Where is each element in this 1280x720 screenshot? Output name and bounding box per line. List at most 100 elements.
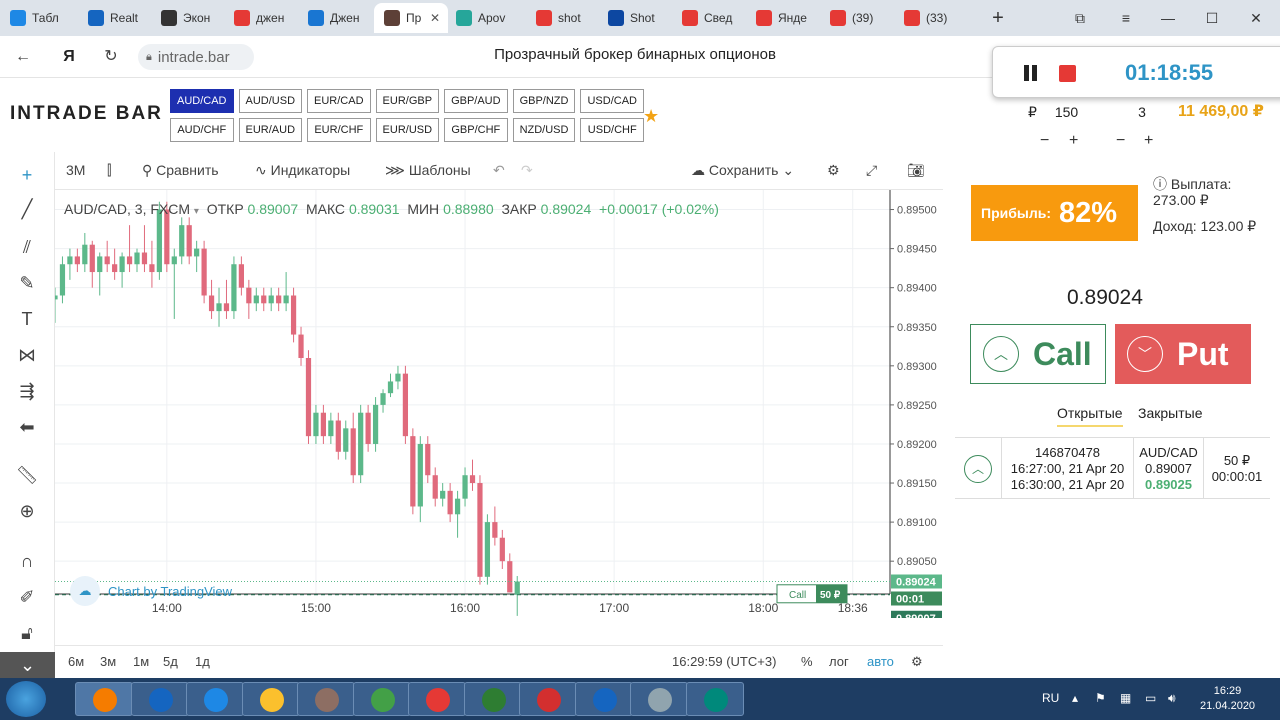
ruler-icon[interactable]: 📏︎ xyxy=(14,462,40,488)
range-button-2[interactable]: 1м xyxy=(133,654,149,669)
close-window-button[interactable]: ✕ xyxy=(1246,8,1266,28)
presentation-icon[interactable] xyxy=(630,682,688,716)
pair-button[interactable]: EUR/GBP xyxy=(375,89,440,113)
pair-button[interactable]: AUD/USD xyxy=(238,89,303,113)
stop-icon[interactable] xyxy=(1059,65,1076,82)
amount-plus-button[interactable]: + xyxy=(1069,132,1078,150)
menu-icon[interactable]: ≡ xyxy=(1116,8,1136,28)
fib-tool-icon[interactable]: ⫽ xyxy=(14,234,40,260)
system-clock[interactable]: 16:29 21.04.2020 xyxy=(1200,684,1255,714)
browser-tab[interactable]: Свед xyxy=(672,3,746,33)
crosshair-icon[interactable]: + xyxy=(14,162,40,188)
range-button-1[interactable]: 3м xyxy=(100,654,116,669)
forecast-icon[interactable]: ⇶ xyxy=(14,378,40,404)
candle-type-icon[interactable]: ⫿ xyxy=(107,162,111,179)
pair-button[interactable]: EUR/CHF xyxy=(307,118,371,142)
browser-tab[interactable]: Янде xyxy=(746,3,820,33)
browser-tab[interactable]: (39) xyxy=(820,3,894,33)
zoom-in-icon[interactable]: ⊕ xyxy=(14,498,40,524)
browser-tab[interactable]: Apov xyxy=(446,3,520,33)
reload-icon[interactable]: ↻ xyxy=(100,46,122,68)
collapse-tools-icon[interactable]: ⌄ xyxy=(0,652,55,678)
pattern-icon[interactable]: ⋈ xyxy=(14,342,40,368)
price-chart[interactable]: 0.89500 0.89450 0.89400 0.89350 0.89300 0.892… xyxy=(55,190,943,618)
pair-button[interactable]: GBP/NZD xyxy=(512,89,576,113)
amount-minus-button[interactable]: − xyxy=(1040,132,1049,150)
percent-scale-button[interactable]: % xyxy=(801,654,813,669)
trend-line-icon[interactable]: ╱ xyxy=(14,196,40,222)
explorer-icon[interactable] xyxy=(241,682,300,716)
browser-tab[interactable]: Табл xyxy=(0,3,74,33)
yandex-browser-icon[interactable] xyxy=(408,682,466,716)
compare-button[interactable]: ⚲ Сравнить xyxy=(142,162,219,179)
pair-button[interactable]: GBP/AUD xyxy=(444,89,508,113)
tab-open-trades[interactable]: Открытые xyxy=(1057,405,1123,427)
pair-button[interactable]: NZD/USD xyxy=(512,118,576,142)
interval-button[interactable]: 3М xyxy=(66,162,85,178)
url-field[interactable]: 🔒︎ intrade.bar xyxy=(138,44,254,70)
tab-search-icon[interactable]: ⧉ xyxy=(1070,8,1090,28)
pause-icon[interactable] xyxy=(1023,65,1039,81)
settings-gear-icon[interactable]: ⚙ xyxy=(827,162,840,179)
browser-tab[interactable]: (33) xyxy=(894,3,968,33)
browser-tab[interactable]: Пр ✕ xyxy=(374,3,448,33)
edge-icon[interactable] xyxy=(130,682,189,716)
flag-icon[interactable]: ⚑ xyxy=(1095,691,1106,705)
magnet-icon[interactable]: ∩ xyxy=(14,548,40,574)
legend-symbol[interactable]: AUD/CAD, 3, FXCM xyxy=(64,201,190,217)
pair-button[interactable]: USD/CHF xyxy=(580,118,644,142)
tradingview-link[interactable]: ☁︎ Chart by TradingView xyxy=(70,576,232,606)
pair-button[interactable]: AUD/CHF xyxy=(170,118,234,142)
tab-closed-trades[interactable]: Закрытые xyxy=(1138,405,1202,421)
monitor-icon[interactable]: ▭ xyxy=(1145,691,1156,705)
tray-arrow-icon[interactable]: ▴ xyxy=(1072,691,1078,705)
pair-button[interactable]: EUR/CAD xyxy=(307,89,371,113)
undo-icon[interactable]: ↶ xyxy=(493,162,505,179)
maximize-button[interactable]: ☐ xyxy=(1202,8,1222,28)
browser-tab[interactable]: джен xyxy=(224,3,298,33)
browser-tab[interactable]: Экон xyxy=(151,3,225,33)
brush-icon[interactable]: ✎ xyxy=(14,270,40,296)
language-indicator[interactable]: RU xyxy=(1042,691,1059,705)
save-button[interactable]: ☁︎ Сохранить ⌄ xyxy=(691,162,794,179)
favorite-star-icon[interactable]: ★ xyxy=(643,106,659,127)
chrome-icon[interactable] xyxy=(352,682,411,716)
chart-settings-gear-icon[interactable]: ⚙ xyxy=(911,654,923,670)
call-button[interactable]: ︿ Call xyxy=(970,324,1106,384)
browser-tab[interactable]: Джен xyxy=(298,3,372,33)
put-button[interactable]: ﹀ Put xyxy=(1115,324,1251,384)
duration-minus-button[interactable]: − xyxy=(1116,132,1125,150)
pair-button[interactable]: EUR/AUD xyxy=(238,118,303,142)
yandex-icon[interactable] xyxy=(519,682,577,716)
ie-icon[interactable] xyxy=(186,682,244,716)
start-button[interactable] xyxy=(6,681,46,717)
redo-icon[interactable]: ↷ xyxy=(521,162,533,179)
recorder-icon[interactable] xyxy=(685,682,744,716)
pair-button[interactable]: AUD/CAD xyxy=(170,89,234,113)
yandex-icon[interactable]: Я xyxy=(58,46,80,68)
pair-button[interactable]: USD/CAD xyxy=(580,89,644,113)
volume-icon[interactable]: 🔊︎ xyxy=(1168,691,1176,706)
legend-chevron-icon[interactable]: ▾ xyxy=(194,206,199,217)
media-player-icon[interactable] xyxy=(75,682,133,716)
duration-plus-button[interactable]: + xyxy=(1144,132,1153,150)
log-scale-button[interactable]: лог xyxy=(829,654,849,669)
range-button-4[interactable]: 1д xyxy=(195,654,210,669)
templates-button[interactable]: ⋙ Шаблоны xyxy=(385,162,471,179)
text-tool-icon[interactable]: T xyxy=(14,306,40,332)
terminal-icon[interactable] xyxy=(574,682,633,716)
minimize-button[interactable]: — xyxy=(1158,8,1178,28)
hide-tools-arrow-icon[interactable]: ⬅ xyxy=(14,414,40,440)
network-icon[interactable]: ▦ xyxy=(1120,691,1131,705)
pair-button[interactable]: GBP/CHF xyxy=(444,118,508,142)
range-button-0[interactable]: 6м xyxy=(68,654,84,669)
info-icon[interactable]: ⓘ xyxy=(1153,176,1167,192)
pair-button[interactable]: EUR/USD xyxy=(375,118,440,142)
browser-tab[interactable]: shot xyxy=(526,3,600,33)
archive-icon[interactable] xyxy=(297,682,355,716)
fullscreen-icon[interactable]: ⤢ xyxy=(866,162,877,179)
range-button-3[interactable]: 5д xyxy=(163,654,178,669)
duration-value[interactable]: 3 xyxy=(1138,104,1146,120)
auto-scale-button[interactable]: авто xyxy=(867,654,894,669)
screenshot-camera-icon[interactable]: 📷︎ xyxy=(907,162,925,179)
